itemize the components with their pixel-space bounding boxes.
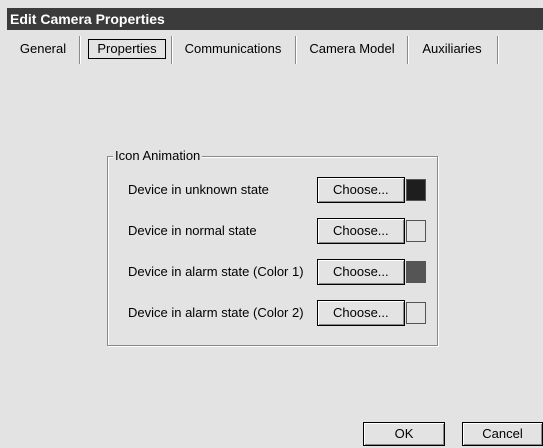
unknown-state-label: Device in unknown state (128, 182, 269, 197)
alarm-color2-swatch[interactable] (406, 302, 426, 324)
tab-separator (171, 36, 173, 64)
tab-separator (295, 36, 297, 64)
window-title: Edit Camera Properties (7, 8, 543, 30)
choose-normal-color-button[interactable]: Choose... (317, 218, 405, 244)
tab-properties[interactable]: Properties (88, 39, 166, 59)
normal-state-row: Device in normal state Choose... (128, 218, 428, 244)
properties-panel: Icon Animation Device in unknown state C… (7, 64, 543, 448)
icon-animation-title: Icon Animation (113, 148, 203, 164)
tab-separator (497, 36, 499, 64)
ok-button[interactable]: OK (363, 422, 445, 446)
tab-general[interactable]: General (15, 40, 71, 58)
alarm-color1-row: Device in alarm state (Color 1) Choose..… (128, 259, 428, 285)
icon-animation-group: Icon Animation Device in unknown state C… (107, 148, 438, 346)
normal-color-swatch[interactable] (406, 220, 426, 242)
choose-unknown-color-button[interactable]: Choose... (317, 177, 405, 203)
tab-separator (79, 36, 81, 64)
alarm-color2-row: Device in alarm state (Color 2) Choose..… (128, 300, 428, 326)
tab-auxiliaries[interactable]: Auxiliaries (416, 40, 488, 58)
edit-camera-properties-dialog: Edit Camera Properties General Propertie… (0, 0, 543, 448)
alarm-color1-swatch[interactable] (406, 261, 426, 283)
tab-camera-model[interactable]: Camera Model (306, 40, 398, 58)
choose-alarm-color1-button[interactable]: Choose... (317, 259, 405, 285)
alarm-color1-label: Device in alarm state (Color 1) (128, 264, 304, 279)
cancel-button[interactable]: Cancel (462, 422, 543, 446)
choose-alarm-color2-button[interactable]: Choose... (317, 300, 405, 326)
alarm-color2-label: Device in alarm state (Color 2) (128, 305, 304, 320)
unknown-color-swatch[interactable] (406, 179, 426, 201)
tab-communications[interactable]: Communications (181, 40, 285, 58)
unknown-state-row: Device in unknown state Choose... (128, 177, 428, 203)
normal-state-label: Device in normal state (128, 223, 257, 238)
tab-separator (407, 36, 409, 64)
tab-bar: General Properties Communications Camera… (7, 30, 543, 64)
